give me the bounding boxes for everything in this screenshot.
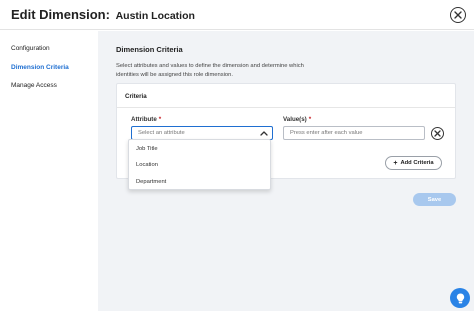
help-button[interactable] — [450, 288, 470, 308]
attribute-select[interactable]: Select an attribute — [131, 126, 273, 140]
sidebar-item-manage-access[interactable]: Manage Access — [11, 82, 57, 89]
criteria-title: Criteria — [125, 93, 147, 100]
page-title-label: Edit Dimension: — [11, 7, 110, 22]
chevron-up-icon — [260, 131, 268, 136]
lightbulb-icon — [456, 293, 464, 303]
sidebar-item-configuration[interactable]: Configuration — [11, 45, 50, 52]
section-title: Dimension Criteria — [116, 45, 183, 54]
criteria-divider — [117, 107, 455, 108]
remove-criteria-button[interactable] — [431, 127, 444, 140]
save-button-label: Save — [427, 196, 442, 203]
attribute-label: Attribute * — [131, 116, 161, 123]
page-title-dimension-name: Austin Location — [115, 10, 195, 22]
close-icon — [454, 11, 462, 19]
sidebar-item-dimension-criteria[interactable]: Dimension Criteria — [11, 64, 69, 71]
value-required-mark: * — [308, 116, 312, 123]
values-input[interactable]: Press enter after each value — [283, 126, 425, 140]
values-input-placeholder: Press enter after each value — [290, 130, 363, 136]
add-criteria-button[interactable]: + Add Criteria — [385, 156, 442, 170]
attribute-dropdown-menu: Job Title Location Department — [128, 139, 271, 190]
sidebar-nav: Configuration Dimension Criteria Manage … — [0, 31, 98, 311]
save-button[interactable]: Save — [413, 193, 456, 206]
page-header: Edit Dimension: Austin Location — [0, 0, 474, 30]
add-criteria-label: Add Criteria — [400, 160, 434, 166]
attribute-label-text: Attribute — [131, 116, 157, 123]
value-label-text: Value(s) — [283, 116, 307, 123]
section-description: Select attributes and values to define t… — [116, 63, 304, 78]
plus-icon: + — [393, 159, 398, 167]
close-button[interactable] — [450, 7, 466, 23]
dropdown-option-department[interactable]: Department — [136, 179, 166, 185]
attribute-select-placeholder: Select an attribute — [138, 130, 185, 136]
dropdown-option-location[interactable]: Location — [136, 162, 158, 168]
page-title: Edit Dimension: Austin Location — [11, 7, 195, 22]
close-icon — [434, 130, 441, 137]
value-label: Value(s) * — [283, 116, 311, 123]
dropdown-option-job-title[interactable]: Job Title — [136, 146, 158, 152]
attribute-required-mark: * — [158, 116, 162, 123]
